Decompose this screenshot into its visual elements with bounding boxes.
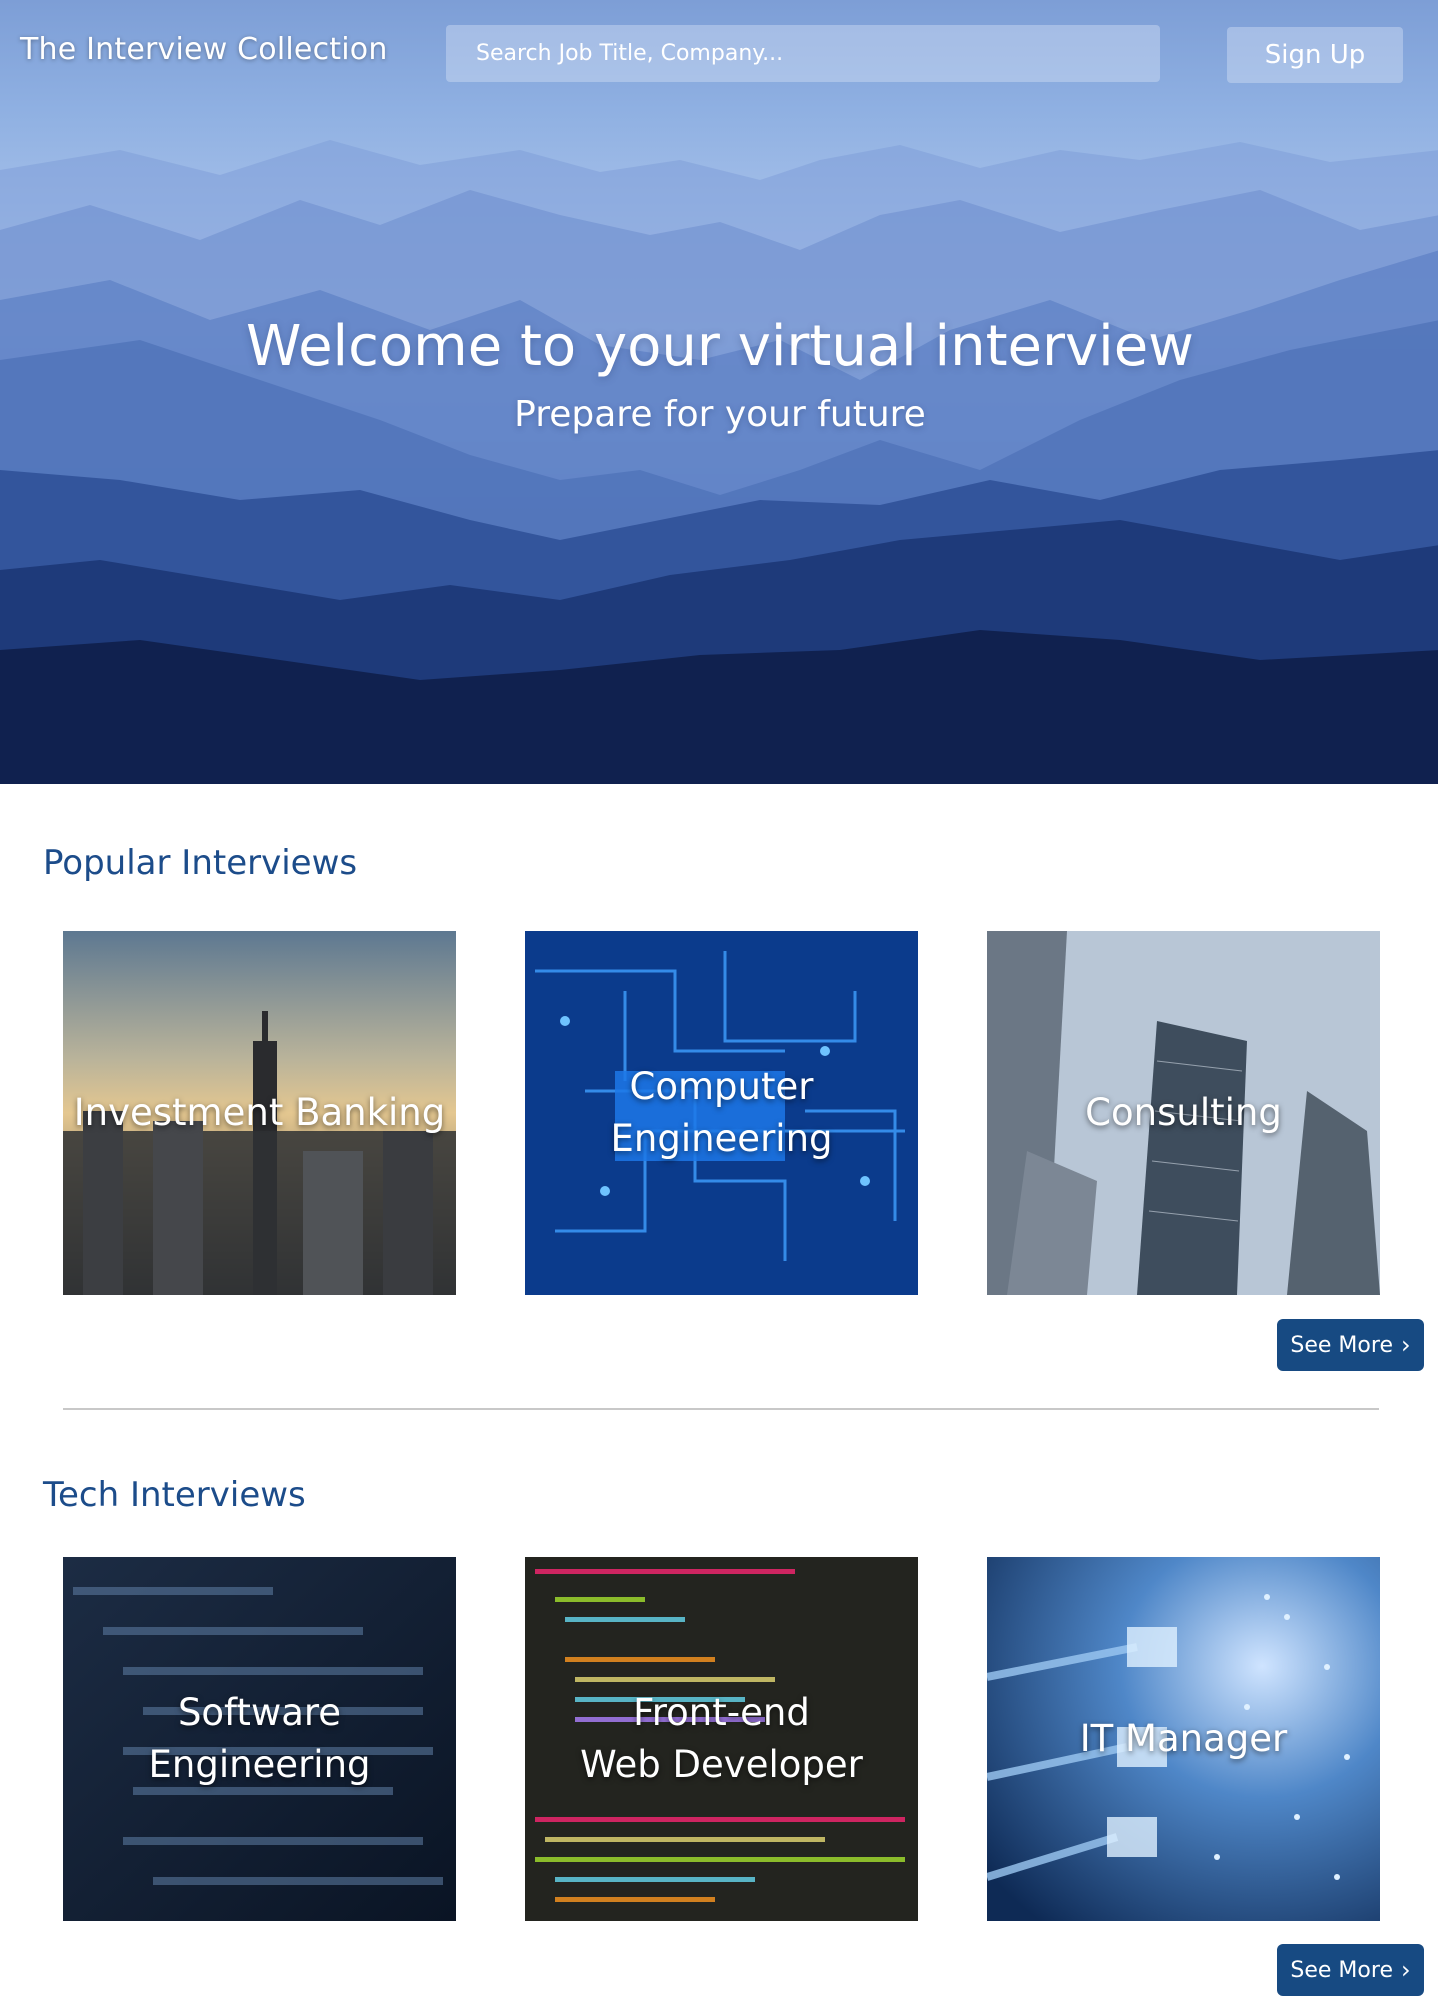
card-label: IT Manager (1079, 1717, 1288, 1761)
section-title-tech: Tech Interviews (43, 1475, 306, 1515)
section-title-popular: Popular Interviews (43, 843, 358, 883)
card-label: Consulting (1085, 1091, 1282, 1135)
brand-logo-text[interactable]: The Interview Collection (20, 32, 388, 67)
hero-banner: The Interview Collection Sign Up Welcome… (0, 0, 1440, 784)
mountain-landscape-image (0, 140, 1440, 784)
card-computer-engineering[interactable]: Computer Engineering (525, 931, 918, 1295)
card-it-manager[interactable]: IT Manager (987, 1557, 1380, 1921)
card-label: Software Engineering (148, 1691, 371, 1786)
signup-button[interactable]: Sign Up (1227, 27, 1403, 83)
card-frontend-web-developer[interactable]: Front-end Web Developer (525, 1557, 918, 1921)
see-more-label: See More (1290, 1332, 1393, 1358)
card-label: Computer Engineering (610, 1065, 833, 1160)
card-label: Investment Banking (73, 1091, 446, 1135)
chevron-right-icon: › (1400, 1331, 1411, 1359)
card-software-engineering[interactable]: Software Engineering (63, 1557, 456, 1921)
card-consulting[interactable]: Consulting (987, 931, 1380, 1295)
hero-subtitle: Prepare for your future (514, 394, 926, 435)
section-divider (63, 1408, 1379, 1410)
search-input[interactable] (446, 25, 1160, 82)
chevron-right-icon: › (1400, 1956, 1411, 1984)
hero-title: Welcome to your virtual interview (246, 314, 1194, 379)
see-more-button-tech[interactable]: See More › (1277, 1944, 1424, 1996)
see-more-label: See More (1290, 1957, 1393, 1983)
card-investment-banking[interactable]: Investment Banking (63, 931, 456, 1295)
see-more-button-popular[interactable]: See More › (1277, 1319, 1424, 1371)
card-label: Front-end Web Developer (580, 1691, 863, 1786)
